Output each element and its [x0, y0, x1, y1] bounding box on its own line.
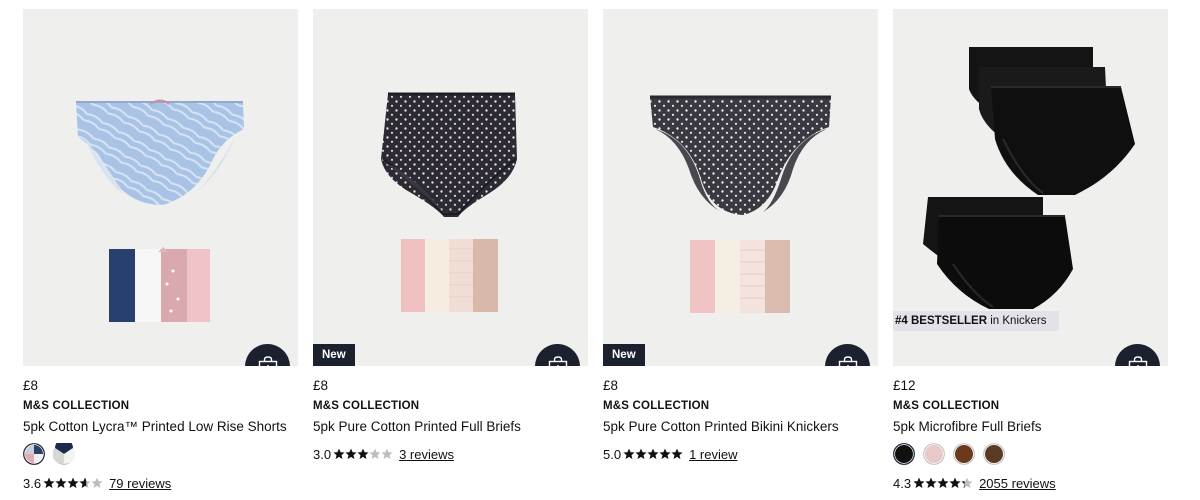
colour-swatches [893, 443, 1168, 465]
star-icon [949, 477, 961, 488]
star-icon [357, 448, 369, 459]
product-image[interactable]: New [603, 9, 878, 366]
bestseller-rank: #4 BESTSELLER [895, 315, 988, 327]
reviews-link[interactable]: 79 reviews [109, 476, 171, 491]
star-icon [671, 448, 683, 459]
colour-swatch-pink-mix[interactable] [23, 443, 45, 465]
product-card: #4 BESTSELLER in Knickers £12 M&S COLLEC… [893, 9, 1168, 499]
star-icon [623, 448, 635, 459]
star-icon [369, 448, 381, 459]
product-image[interactable]: #4 BESTSELLER in Knickers [893, 9, 1168, 366]
star-icon [659, 448, 671, 459]
star-icon [43, 477, 55, 488]
product-price: £8 [23, 378, 39, 393]
colour-swatch-pink[interactable] [923, 443, 945, 465]
reviews-link[interactable]: 3 reviews [399, 447, 454, 462]
shopping-bag-plus-icon [548, 355, 567, 366]
rating-value: 3.0 [313, 446, 332, 462]
new-badge: New [603, 344, 645, 366]
product-card: £8 M&S COLLECTION 5pk Cotton Lycra™ Prin… [23, 9, 298, 499]
bestseller-category: in Knickers [987, 315, 1047, 327]
product-brand: M&S COLLECTION [313, 400, 420, 412]
product-price: £8 [603, 378, 619, 393]
star-icon [937, 477, 949, 488]
rating-value: 4.3 [893, 475, 912, 491]
product-title[interactable]: 5pk Cotton Lycra™ Printed Low Rise Short… [23, 417, 298, 436]
star-icon [67, 477, 79, 488]
product-title[interactable]: 5pk Pure Cotton Printed Bikini Knickers [603, 417, 878, 436]
colour-swatch-brown[interactable] [953, 443, 975, 465]
rating-stars [43, 477, 103, 489]
rating-stars [913, 477, 973, 489]
product-card: New £8 M&S COLLECTION 5pk Pure Cotton Pr… [313, 9, 588, 499]
product-price: £12 [893, 378, 916, 393]
product-card: New £8 M&S COLLECTION 5pk Pure Cotton Pr… [603, 9, 878, 499]
bestseller-badge: #4 BESTSELLER in Knickers [893, 311, 1060, 331]
star-icon [925, 477, 937, 488]
rating-value: 3.6 [23, 475, 42, 491]
colour-swatch-dark-brown[interactable] [983, 443, 1005, 465]
colour-swatch-black[interactable] [893, 443, 915, 465]
product-brand: M&S COLLECTION [23, 400, 130, 412]
star-icon [345, 448, 357, 459]
product-title[interactable]: 5pk Pure Cotton Printed Full Briefs [313, 417, 588, 436]
star-icon [381, 448, 393, 459]
product-brand: M&S COLLECTION [603, 400, 710, 412]
product-photo-full-briefs [381, 92, 517, 312]
product-price: £8 [313, 378, 329, 393]
shopping-bag-plus-icon [838, 355, 857, 366]
star-icon [55, 477, 67, 488]
rating-value: 5.0 [603, 446, 622, 462]
product-photo-bikini-knickers [650, 95, 831, 313]
colour-swatch-navy-mix[interactable] [53, 443, 75, 465]
reviews-link[interactable]: 2055 reviews [979, 476, 1056, 491]
product-brand: M&S COLLECTION [893, 400, 1000, 412]
product-grid: £8 M&S COLLECTION 5pk Cotton Lycra™ Prin… [0, 0, 1200, 500]
product-rating: 3.0 3 reviews [313, 444, 588, 464]
product-rating: 4.3 2055 reviews [893, 473, 1168, 493]
reviews-link[interactable]: 1 review [689, 447, 737, 462]
rating-stars [333, 448, 393, 460]
product-rating: 5.0 1 review [603, 444, 878, 464]
product-image[interactable]: New [313, 9, 588, 366]
shopping-bag-plus-icon [258, 355, 277, 366]
product-title[interactable]: 5pk Microfibre Full Briefs [893, 417, 1168, 436]
product-photo-low-rise-shorts [76, 99, 244, 322]
new-badge: New [313, 344, 355, 366]
colour-swatches [23, 443, 298, 465]
product-rating: 3.6 79 reviews [23, 473, 298, 493]
star-icon [79, 477, 91, 488]
product-image[interactable] [23, 9, 298, 366]
star-icon [647, 448, 659, 459]
star-icon [91, 477, 103, 488]
star-icon [961, 477, 973, 488]
star-icon [635, 448, 647, 459]
star-icon [913, 477, 925, 488]
rating-stars [623, 448, 683, 460]
shopping-bag-plus-icon [1128, 355, 1147, 366]
star-icon [333, 448, 345, 459]
